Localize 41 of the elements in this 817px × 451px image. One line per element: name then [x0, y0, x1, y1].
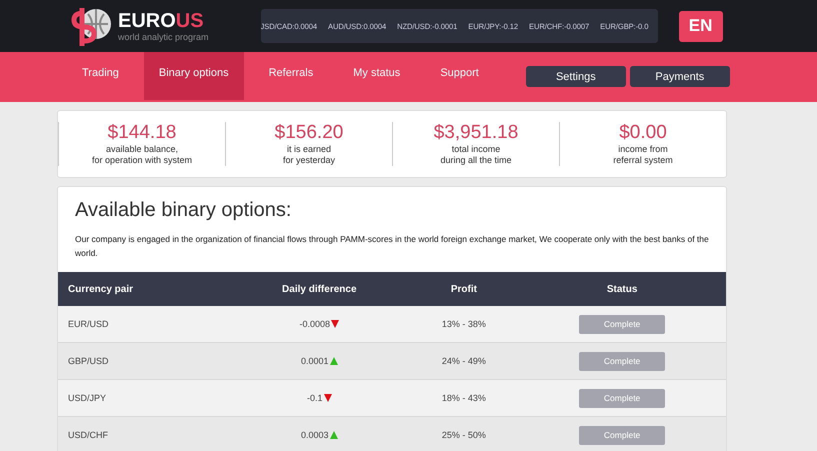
- daily-difference: -0.1: [307, 392, 323, 403]
- stat-caption: it is earned for yesterday: [282, 144, 336, 166]
- nav-tab[interactable]: My status: [338, 52, 416, 100]
- daily-difference: 0.0003: [301, 430, 329, 440]
- column-header: Status: [518, 272, 726, 306]
- column-header: Profit: [410, 272, 518, 306]
- dollar-globe-logo-icon: [70, 5, 114, 47]
- currency-pair: USD/CHF: [58, 416, 229, 451]
- status-button[interactable]: Complete: [579, 352, 666, 370]
- currency-pair: USD/JPY: [58, 380, 229, 416]
- logo-tagline: world analytic program: [118, 32, 209, 42]
- language-button[interactable]: EN: [678, 10, 723, 42]
- stat-caption: income from referral system: [612, 144, 674, 166]
- profit-range: 25% - 50%: [410, 416, 518, 451]
- section-title: Available binary options:: [75, 199, 292, 222]
- status-button[interactable]: Complete: [579, 426, 666, 444]
- stat-caption: total income during all the time: [439, 144, 513, 166]
- nav-button[interactable]: Settings: [526, 66, 626, 87]
- nav-tab[interactable]: Binary options: [144, 52, 244, 100]
- section-description: Our company is engaged in the organization of financial flows through PAMM-scores in the world foreign exchange market, We cooperate only with the best banks of the world.: [75, 233, 709, 260]
- daily-difference: 0.0001: [301, 356, 329, 366]
- nav-tab[interactable]: Referrals: [254, 52, 328, 100]
- stat-amount: $156.20: [274, 122, 344, 144]
- nav-button[interactable]: Payments: [630, 66, 730, 87]
- profit-range: 13% - 38%: [410, 306, 518, 342]
- nav-tab[interactable]: Support: [425, 52, 494, 100]
- profit-range: 24% - 49%: [410, 342, 518, 380]
- daily-difference: -0.0008: [300, 318, 330, 329]
- status-button[interactable]: Complete: [579, 314, 666, 334]
- currency-pair: GBP/USD: [58, 342, 229, 380]
- profit-range: 18% - 43%: [410, 380, 518, 416]
- column-header: Currency pair: [58, 272, 229, 306]
- currency-pair: EUR/USD: [58, 306, 229, 342]
- status-button[interactable]: Complete: [579, 388, 666, 408]
- stat-caption: available balance, for operation with system: [90, 144, 194, 166]
- logo-name: EUROUS: [118, 10, 205, 32]
- column-header: Daily difference: [229, 272, 410, 306]
- stat-amount: $144.18: [106, 122, 178, 144]
- nav-tab[interactable]: Trading: [67, 52, 134, 100]
- stat-amount: $3,951.18: [432, 122, 520, 144]
- stat-amount: $0.00: [618, 122, 668, 144]
